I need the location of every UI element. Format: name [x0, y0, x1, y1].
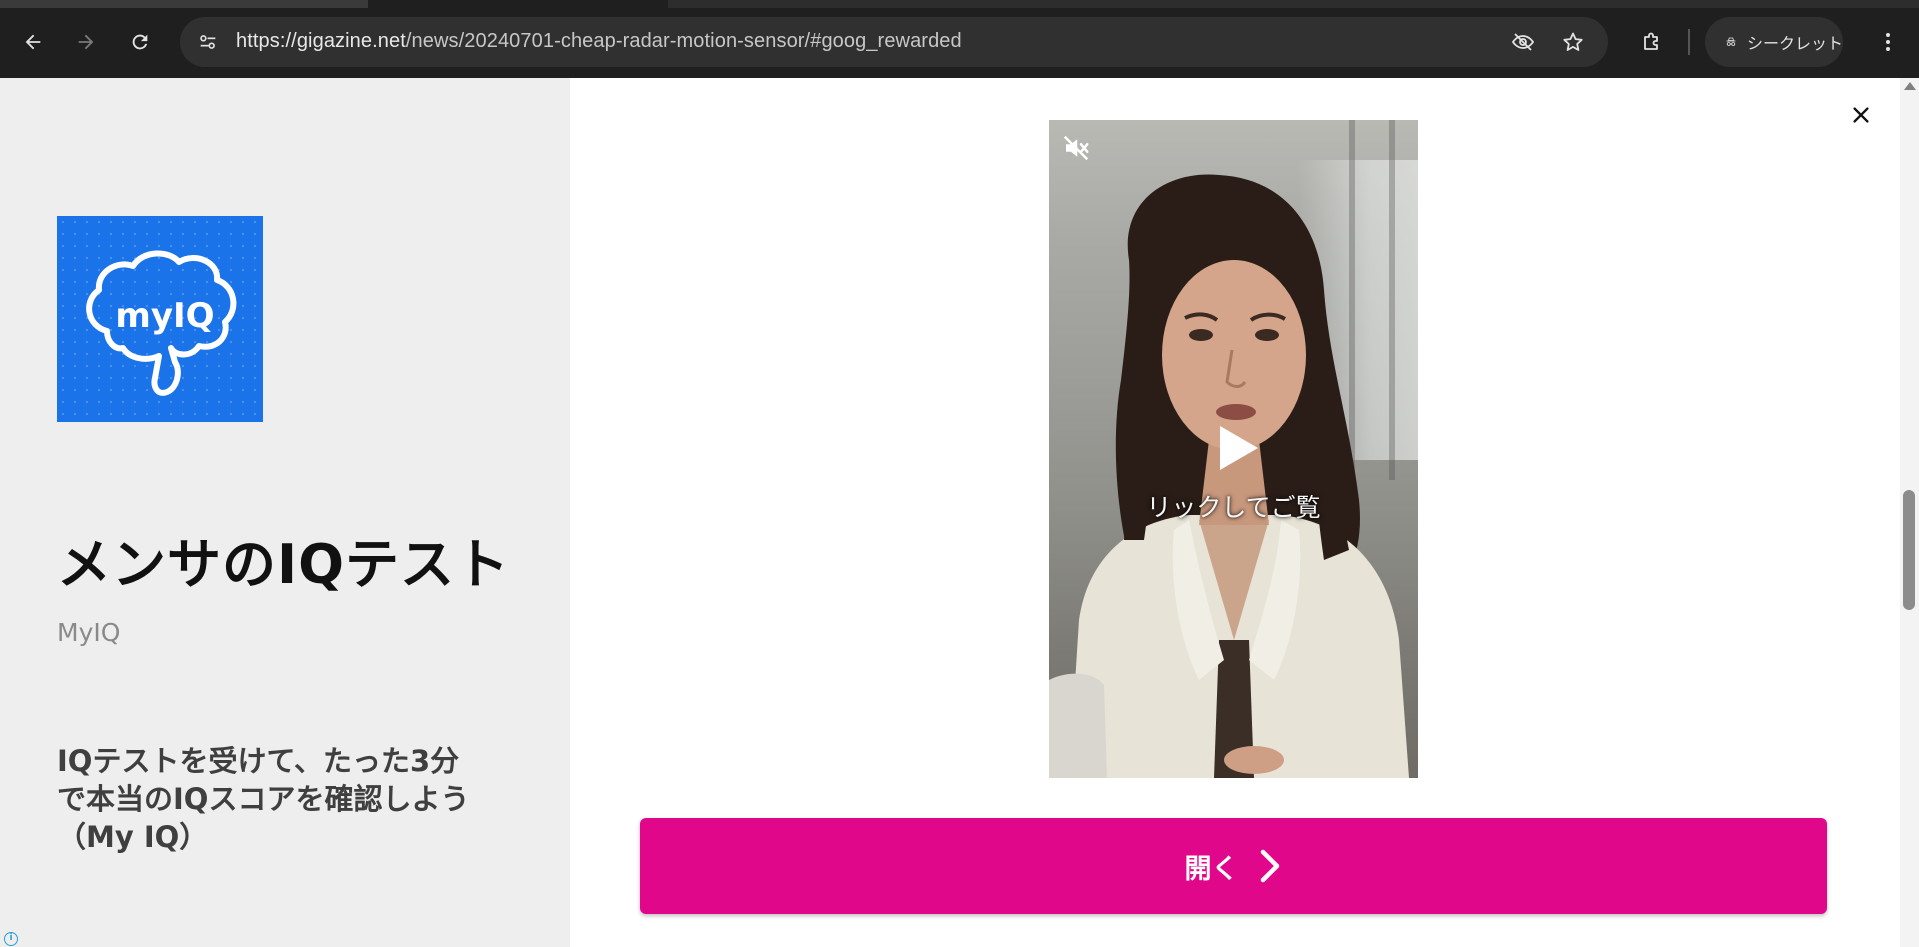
tab-strip — [0, 0, 1919, 8]
forward-button[interactable] — [70, 26, 102, 58]
back-icon — [25, 34, 41, 50]
scroll-up-arrow-icon[interactable] — [1904, 82, 1916, 90]
url-host: https://gigazine.net — [236, 30, 406, 52]
tracking-protection-button[interactable] — [1510, 29, 1536, 55]
play-button[interactable] — [1216, 424, 1260, 472]
site-info-icon — [200, 35, 216, 49]
reload-button[interactable] — [124, 26, 156, 58]
open-button-label: 開く — [1184, 853, 1239, 885]
browser-toolbar: https://gigazine.net/news/20240701-cheap… — [0, 0, 1919, 78]
browser-menu-button[interactable] — [1872, 26, 1904, 58]
back-button[interactable] — [17, 26, 49, 58]
toolbar-divider — [1688, 29, 1690, 55]
ad-info-panel: myIQ メンサのIQテスト MyIQ IQテストを受けて、たった3分で本当のI… — [0, 78, 570, 947]
logo-text: myIQ — [115, 296, 215, 336]
url-path: /news/20240701-cheap-radar-motion-sensor… — [405, 30, 962, 52]
ad-info-icon[interactable]: i — [4, 932, 18, 946]
close-icon — [1853, 107, 1869, 123]
url-text[interactable]: https://gigazine.net/news/20240701-cheap… — [236, 30, 962, 53]
eye-off-icon — [1511, 33, 1535, 51]
scrollbar-thumb[interactable] — [1903, 490, 1915, 610]
incognito-label: シークレット — [1746, 34, 1843, 53]
star-icon — [1563, 32, 1583, 51]
app-title[interactable]: メンサのIQテスト — [57, 520, 510, 599]
app-developer: MyIQ — [57, 618, 121, 647]
play-icon — [1220, 426, 1258, 470]
extensions-button[interactable] — [1636, 26, 1668, 58]
video-caption: リックしてご覧 — [1146, 493, 1321, 522]
kebab-menu-icon — [1886, 33, 1890, 51]
incognito-indicator[interactable]: シークレット — [1705, 17, 1843, 67]
close-ad-button[interactable] — [1843, 97, 1879, 133]
open-app-button[interactable]: 開く — [640, 818, 1827, 914]
chevron-right-icon — [1260, 849, 1279, 883]
app-logo[interactable]: myIQ — [57, 216, 263, 422]
extensions-icon — [1644, 32, 1658, 50]
forward-icon — [78, 34, 94, 50]
app-description: IQテストを受けて、たった3分で本当のIQスコアを確認しよう（My IQ） — [57, 744, 470, 854]
reload-icon — [132, 34, 148, 50]
site-info-button[interactable] — [192, 26, 224, 58]
volume-off-icon — [1063, 135, 1089, 161]
mute-button[interactable] — [1061, 133, 1091, 163]
bookmark-button[interactable] — [1560, 29, 1586, 55]
incognito-icon — [1726, 37, 1736, 46]
address-bar[interactable]: https://gigazine.net/news/20240701-cheap… — [180, 17, 1608, 67]
